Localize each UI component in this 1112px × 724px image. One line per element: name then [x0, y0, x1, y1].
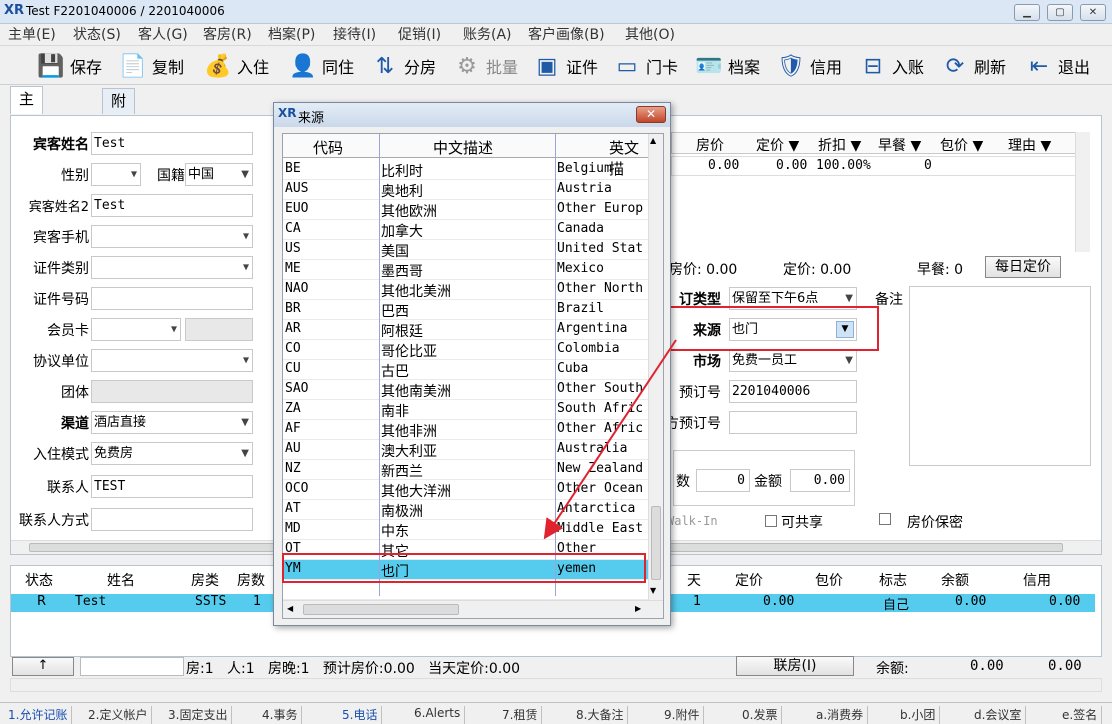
- annotation-arrow: [543, 339, 677, 540]
